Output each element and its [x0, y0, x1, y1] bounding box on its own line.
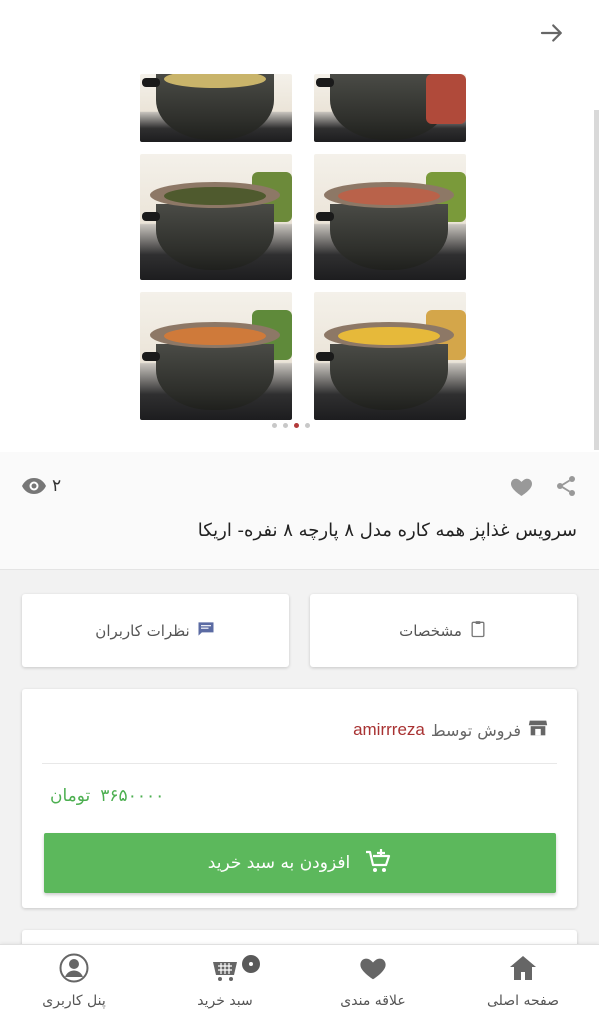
product-image-tile	[314, 154, 466, 280]
product-gallery-area	[0, 0, 599, 452]
tab-specifications-label: مشخصات	[399, 621, 462, 640]
carousel-dot[interactable]	[283, 423, 288, 428]
product-image-tile	[140, 74, 292, 142]
tab-reviews[interactable]: نظرات کاربران	[22, 594, 289, 667]
share-icon[interactable]	[554, 474, 578, 498]
cart-icon	[210, 953, 262, 987]
seller-info: فروش توسط amirrreza	[353, 717, 549, 743]
comment-icon	[196, 619, 216, 643]
eye-icon	[21, 476, 47, 496]
price-currency: تومان	[50, 786, 91, 806]
tab-specifications[interactable]: مشخصات	[310, 594, 577, 667]
nav-favorites[interactable]: علاقه مندی	[318, 953, 428, 1009]
product-image-tile	[140, 292, 292, 420]
add-to-cart-label: افزودن به سبد خرید	[207, 853, 351, 873]
carousel-dot[interactable]	[272, 423, 277, 428]
home-icon	[508, 953, 538, 987]
heart-icon	[358, 953, 388, 987]
arrow-right-icon[interactable]	[537, 18, 567, 48]
nav-favorites-label: علاقه مندی	[340, 993, 406, 1009]
price: ۳۶۵۰۰۰۰ تومان	[50, 786, 164, 806]
cart-badge	[240, 953, 262, 975]
view-count: ۲	[52, 476, 62, 496]
store-icon	[527, 717, 549, 743]
product-image-carousel[interactable]	[140, 74, 468, 420]
nav-home-label: صفحه اصلی	[486, 993, 560, 1009]
heart-icon[interactable]	[509, 474, 534, 498]
product-image-tile	[140, 154, 292, 280]
carousel-dot-active[interactable]	[294, 423, 299, 428]
nav-profile[interactable]: پنل کاربری	[19, 953, 129, 1009]
price-amount: ۳۶۵۰۰۰۰	[100, 786, 165, 806]
clipboard-icon	[468, 619, 488, 643]
product-image-tile	[314, 74, 466, 142]
product-info-section	[0, 452, 599, 570]
add-to-cart-button[interactable]: افزودن به سبد خرید	[44, 833, 556, 893]
product-title: سرویس غذاپز همه کاره مدل ۸ پارچه ۸ نفره-…	[197, 520, 577, 541]
user-icon	[59, 953, 89, 987]
sold-by-label: فروش توسط	[430, 720, 521, 740]
bottom-navigation: صفحه اصلی علاقه مندی سبد خرید پنل کاربری	[0, 944, 599, 1024]
seller-name-link[interactable]: amirrreza	[353, 720, 425, 740]
add-to-cart-icon	[364, 847, 392, 880]
nav-cart[interactable]: سبد خرید	[170, 953, 280, 1009]
nav-home[interactable]: صفحه اصلی	[468, 953, 578, 1009]
scrollbar[interactable]	[594, 110, 599, 450]
product-image-tile	[314, 292, 466, 420]
nav-profile-label: پنل کاربری	[42, 993, 106, 1009]
carousel-dot[interactable]	[305, 423, 310, 428]
nav-cart-label: سبد خرید	[197, 993, 253, 1009]
tab-reviews-label: نظرات کاربران	[95, 621, 190, 640]
seller-card: فروش توسط amirrreza ۳۶۵۰۰۰۰ تومان افزودن…	[22, 689, 577, 908]
carousel-dots	[272, 423, 310, 428]
divider	[42, 763, 557, 764]
